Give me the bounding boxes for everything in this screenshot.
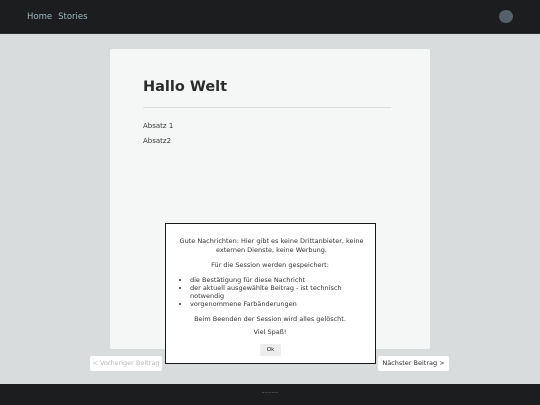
list-item: der aktuell ausgewählte Beitrag - ist te… (190, 284, 352, 300)
main-nav: Home Stories (27, 12, 88, 22)
top-navbar: Home Stories (0, 0, 540, 34)
theme-toggle[interactable] (499, 10, 513, 23)
title-divider (143, 107, 391, 108)
privacy-dialog: Gute Nachrichten: Hier gibt es keine Dri… (165, 223, 376, 364)
dialog-closing: Viel Spaß! (253, 328, 287, 336)
footer-text: ~~~~~ (261, 390, 279, 395)
article-paragraph: Absatz2 (143, 137, 172, 145)
list-item: die Bestätigung für diese Nachricht (190, 276, 352, 284)
footer: ~~~~~ (0, 384, 540, 405)
dialog-end-note: Beim Beenden der Session wird alles gelö… (194, 315, 346, 323)
ok-button[interactable]: Ok (260, 344, 281, 356)
previous-post-button[interactable]: < Vorheriger Beitrag (90, 356, 162, 371)
dialog-session-heading: Für die Session werden gespeichert: (211, 261, 329, 269)
nav-stories-link[interactable]: Stories (58, 12, 87, 22)
article-paragraph: Absatz 1 (143, 122, 174, 130)
next-post-button[interactable]: Nächster Beitrag > (378, 356, 449, 371)
list-item: vorgenommene Farbänderungen (190, 300, 352, 308)
nav-home-link[interactable]: Home (27, 12, 52, 22)
article-title: Hallo Welt (143, 79, 228, 95)
dialog-intro: Gute Nachrichten: Hier gibt es keine Dri… (179, 237, 364, 254)
stored-items-list: die Bestätigung für diese Nachricht der … (182, 276, 352, 308)
